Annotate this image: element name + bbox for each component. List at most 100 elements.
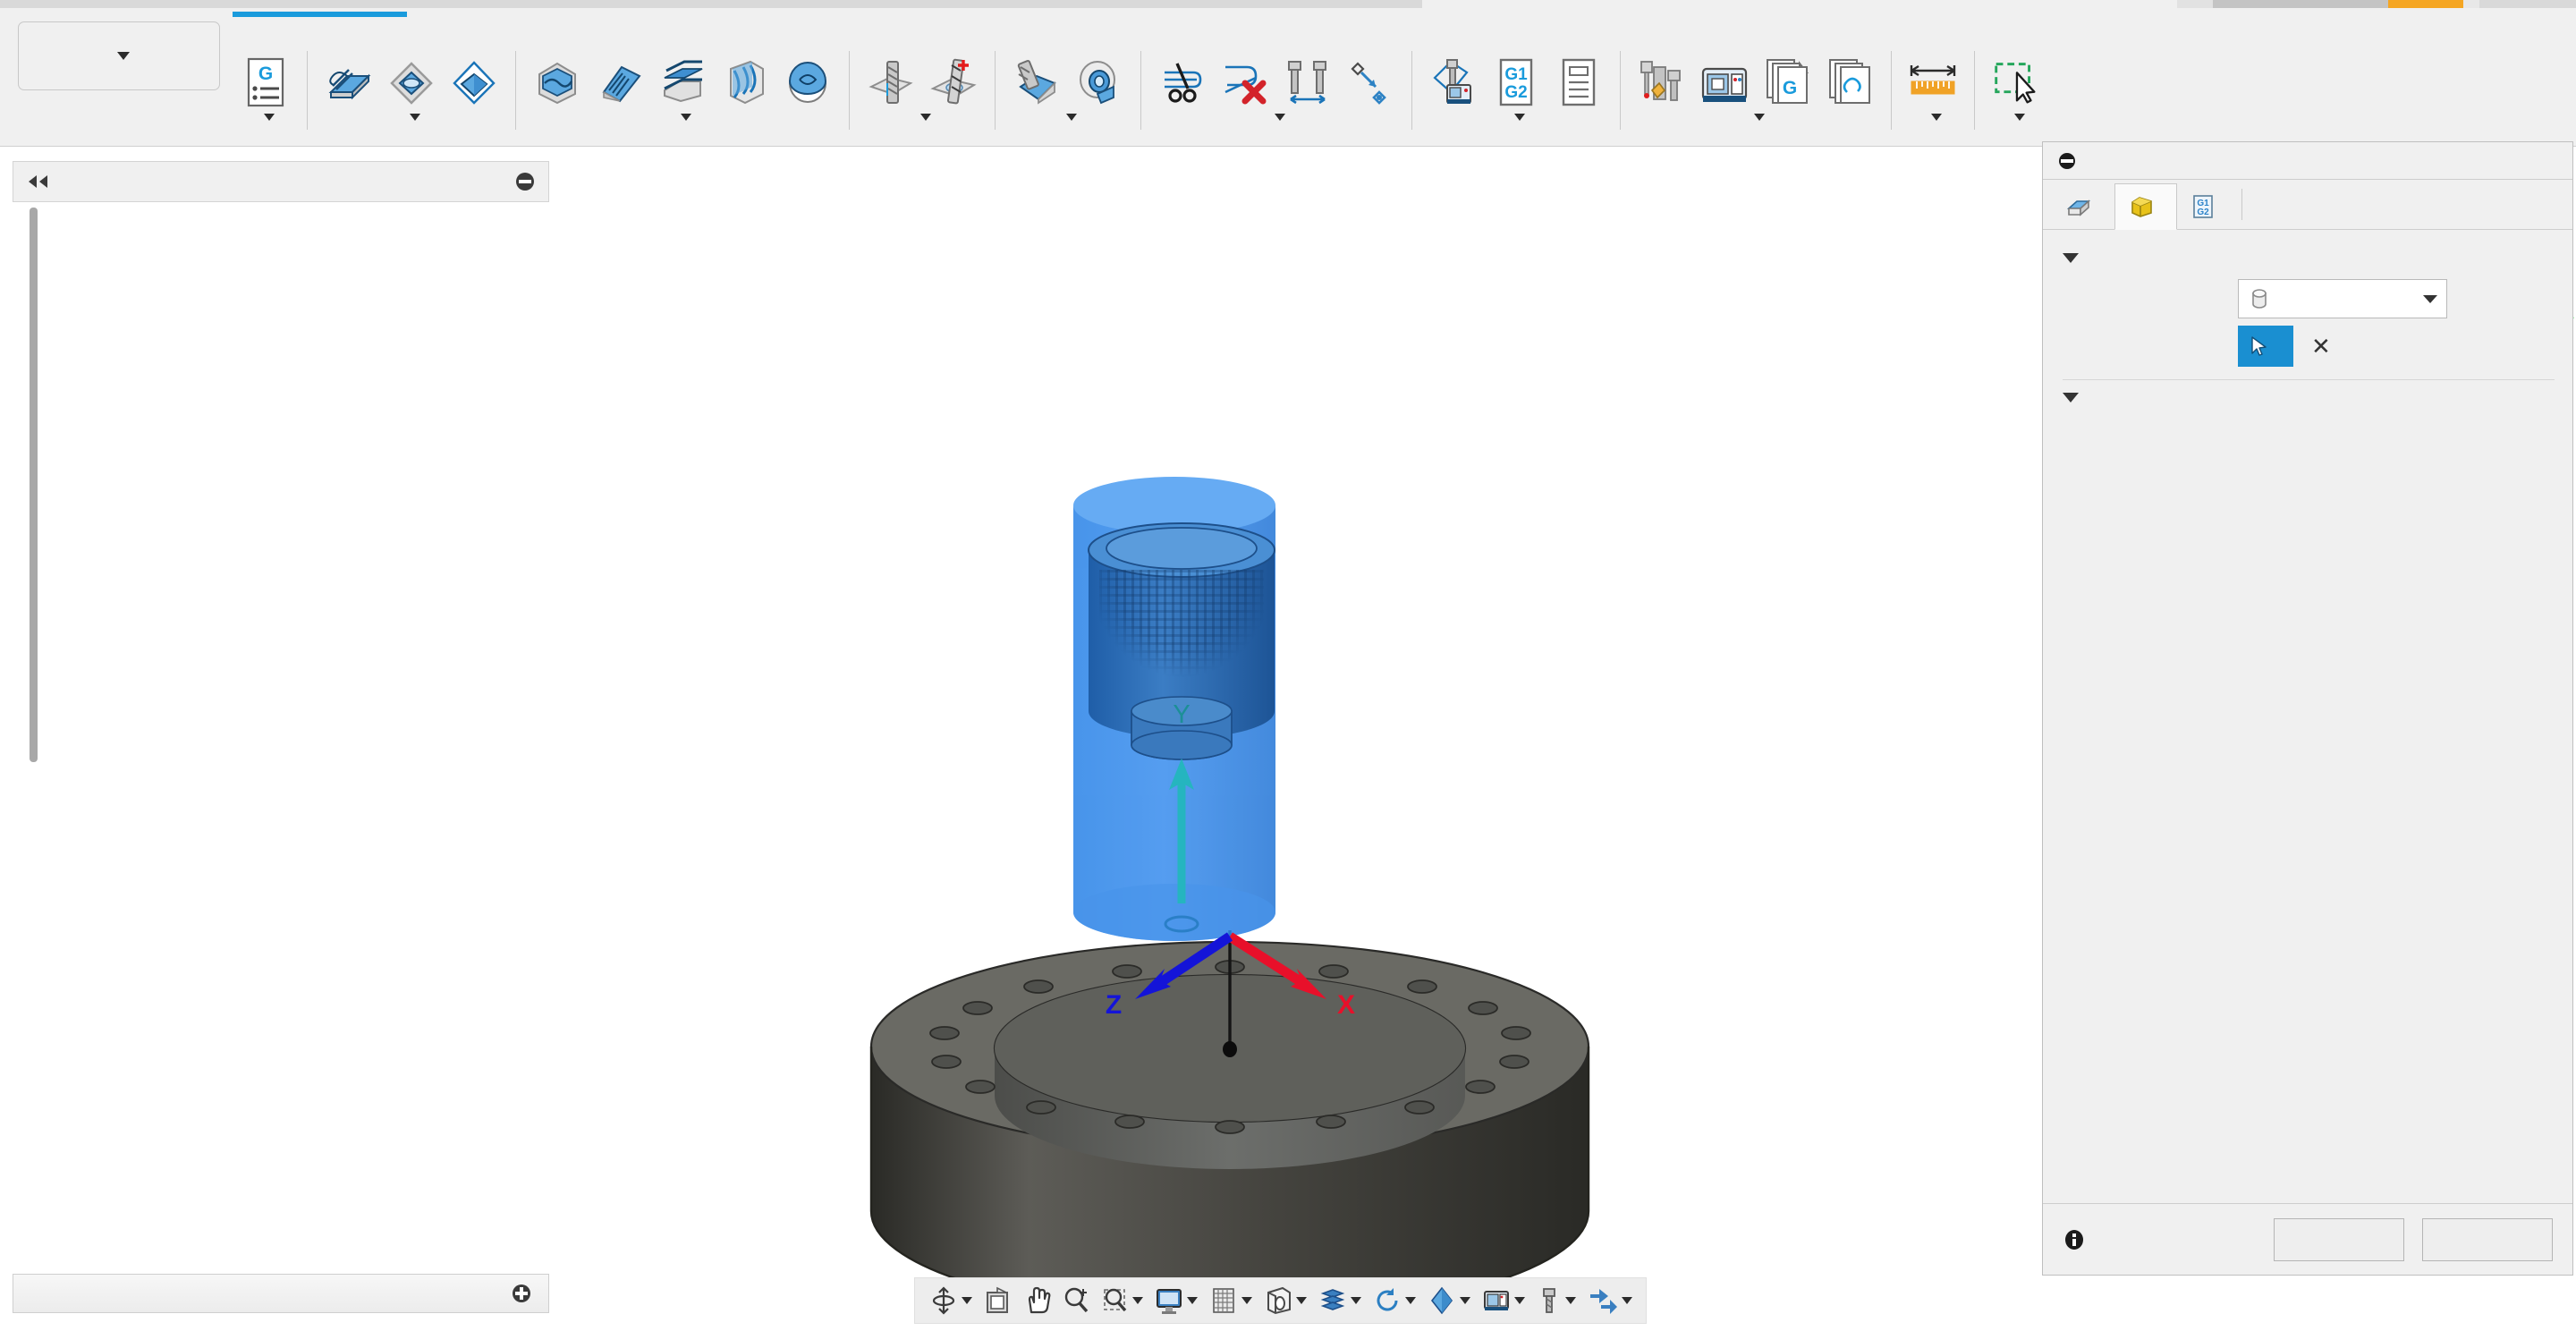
orbit-icon[interactable] bbox=[924, 1285, 977, 1316]
cursor-icon bbox=[2249, 335, 2268, 357]
layers-icon[interactable] bbox=[1313, 1285, 1366, 1316]
chevron-down-icon bbox=[117, 52, 130, 60]
chevron-down-icon bbox=[2423, 294, 2437, 303]
move-point-icon[interactable] bbox=[1342, 55, 1399, 110]
x-icon[interactable]: ✕ bbox=[2311, 335, 2331, 358]
tool-icon[interactable] bbox=[1531, 1285, 1580, 1316]
2d-pocket-icon[interactable] bbox=[383, 55, 440, 110]
group-divider bbox=[307, 51, 308, 130]
ribbon-group-label[interactable] bbox=[1925, 114, 1942, 121]
cancel-button[interactable] bbox=[2422, 1217, 2553, 1261]
chevron-down-icon bbox=[1753, 114, 1765, 121]
2d-contour-icon[interactable] bbox=[445, 55, 503, 110]
dialog-tabs: G1 G2 bbox=[2043, 180, 2572, 230]
ribbon-group-label[interactable] bbox=[403, 114, 420, 121]
ribbon-group-label[interactable] bbox=[1060, 114, 1077, 121]
grid-snap-icon[interactable] bbox=[1204, 1285, 1257, 1316]
section-header-stock[interactable] bbox=[2043, 241, 2572, 276]
workspace-switcher-button[interactable] bbox=[18, 21, 220, 90]
trim-icon[interactable] bbox=[1154, 55, 1211, 110]
tab-setup[interactable] bbox=[2052, 183, 2114, 230]
adaptive-clearing-icon[interactable] bbox=[529, 55, 586, 110]
ribbon-tabs bbox=[233, 10, 1360, 44]
post-library-icon[interactable]: G bbox=[1758, 55, 1816, 110]
viewport-icon[interactable] bbox=[1258, 1285, 1311, 1316]
bore-icon[interactable] bbox=[925, 55, 982, 110]
ribbon-group-label[interactable] bbox=[1508, 114, 1525, 121]
svg-text:G2: G2 bbox=[1504, 83, 1527, 102]
drill-icon[interactable] bbox=[862, 55, 919, 110]
ok-button[interactable] bbox=[2274, 1217, 2404, 1261]
face-icon[interactable] bbox=[320, 55, 377, 110]
machine-library-icon[interactable] bbox=[1696, 55, 1753, 110]
row-stock-depth bbox=[2043, 456, 2572, 497]
parallel-icon[interactable] bbox=[716, 55, 774, 110]
tab-post-process[interactable]: G1 G2 bbox=[2177, 183, 2238, 230]
axis-y-label: Y bbox=[1173, 700, 1190, 729]
tab-stock[interactable] bbox=[2114, 183, 2177, 230]
visual-style-icon[interactable] bbox=[1422, 1285, 1475, 1316]
dialog-footer bbox=[2043, 1203, 2572, 1275]
row-stock-width bbox=[2043, 415, 2572, 456]
setup-sheet-icon[interactable] bbox=[1550, 55, 1607, 110]
chevron-down-icon bbox=[2063, 393, 2079, 403]
ribbon-group-label[interactable] bbox=[674, 114, 691, 121]
top-strip-segment bbox=[2463, 0, 2479, 8]
browser-tree[interactable] bbox=[13, 202, 549, 1267]
rotary-contour-icon[interactable] bbox=[1071, 55, 1128, 110]
section-header-stock-dimensions[interactable] bbox=[2043, 380, 2572, 415]
simulate-icon[interactable] bbox=[1425, 55, 1482, 110]
collapse-icon[interactable] bbox=[514, 171, 536, 192]
axis-z-label: Z bbox=[1106, 990, 1122, 1020]
ribbon-group-label[interactable] bbox=[2008, 114, 2025, 121]
zoom-window-icon[interactable] bbox=[1097, 1285, 1148, 1316]
ribbon-group-label[interactable] bbox=[914, 114, 931, 121]
ribbon-group-label[interactable] bbox=[258, 114, 275, 121]
comments-panel[interactable] bbox=[13, 1274, 549, 1313]
measure-icon[interactable] bbox=[1904, 55, 1962, 110]
ribbon-toolbar: G G1 G2 G bbox=[0, 8, 2576, 147]
chevron-down-icon bbox=[1405, 1297, 1416, 1304]
ribbon-group-label[interactable] bbox=[1748, 114, 1765, 121]
chevron-down-icon bbox=[1460, 1297, 1470, 1304]
delete-toolpath-icon[interactable] bbox=[1216, 55, 1274, 110]
refresh-icon[interactable] bbox=[1368, 1285, 1420, 1316]
display-settings-icon[interactable] bbox=[979, 1285, 1016, 1316]
pocket-clearing-icon[interactable] bbox=[591, 55, 648, 110]
double-chevron-left-icon[interactable] bbox=[26, 174, 51, 190]
tree-scrollbar[interactable] bbox=[30, 208, 38, 762]
scallop-icon[interactable] bbox=[779, 55, 836, 110]
ribbon-group-drilling bbox=[853, 46, 991, 142]
chevron-down-icon bbox=[1565, 1297, 1576, 1304]
tool-compare-icon[interactable] bbox=[1279, 55, 1336, 110]
plus-icon[interactable] bbox=[511, 1283, 532, 1304]
zoom-icon[interactable] bbox=[1057, 1285, 1095, 1316]
pin-icon[interactable] bbox=[2057, 151, 2077, 171]
stock-solid-select-button[interactable] bbox=[2238, 326, 2293, 367]
pan-icon[interactable] bbox=[1018, 1285, 1055, 1316]
ribbon-group-label[interactable] bbox=[1268, 114, 1285, 121]
group-divider bbox=[995, 51, 996, 130]
mode-select[interactable] bbox=[2238, 279, 2447, 318]
chevron-down-icon bbox=[263, 114, 275, 121]
ribbon-group-inspect bbox=[1895, 46, 1970, 142]
swarf-icon[interactable] bbox=[1008, 55, 1065, 110]
select-window-icon[interactable] bbox=[1987, 55, 2045, 110]
template-library-icon[interactable] bbox=[1821, 55, 1878, 110]
display-mode-icon[interactable] bbox=[1149, 1285, 1202, 1316]
info-icon[interactable] bbox=[2063, 1228, 2086, 1251]
horizontal-icon[interactable] bbox=[654, 55, 711, 110]
setup-g-code-icon[interactable]: G bbox=[237, 55, 294, 110]
ribbon-group-manage: G bbox=[1624, 46, 1887, 142]
g-code-icon[interactable]: G1 G2 bbox=[1487, 55, 1545, 110]
machine-icon[interactable] bbox=[1477, 1285, 1530, 1316]
stock-cube-icon bbox=[2128, 194, 2155, 219]
stock-sim-icon[interactable] bbox=[1582, 1285, 1637, 1316]
chevron-down-icon bbox=[1514, 1297, 1525, 1304]
tool-library-icon[interactable] bbox=[1633, 55, 1690, 110]
viewport-navigation-bar bbox=[914, 1277, 1647, 1324]
group-divider bbox=[1620, 51, 1621, 130]
chevron-down-icon bbox=[1513, 114, 1525, 121]
3d-viewport[interactable]: Y X Z bbox=[550, 148, 2039, 1331]
chevron-down-icon bbox=[1930, 114, 1942, 121]
